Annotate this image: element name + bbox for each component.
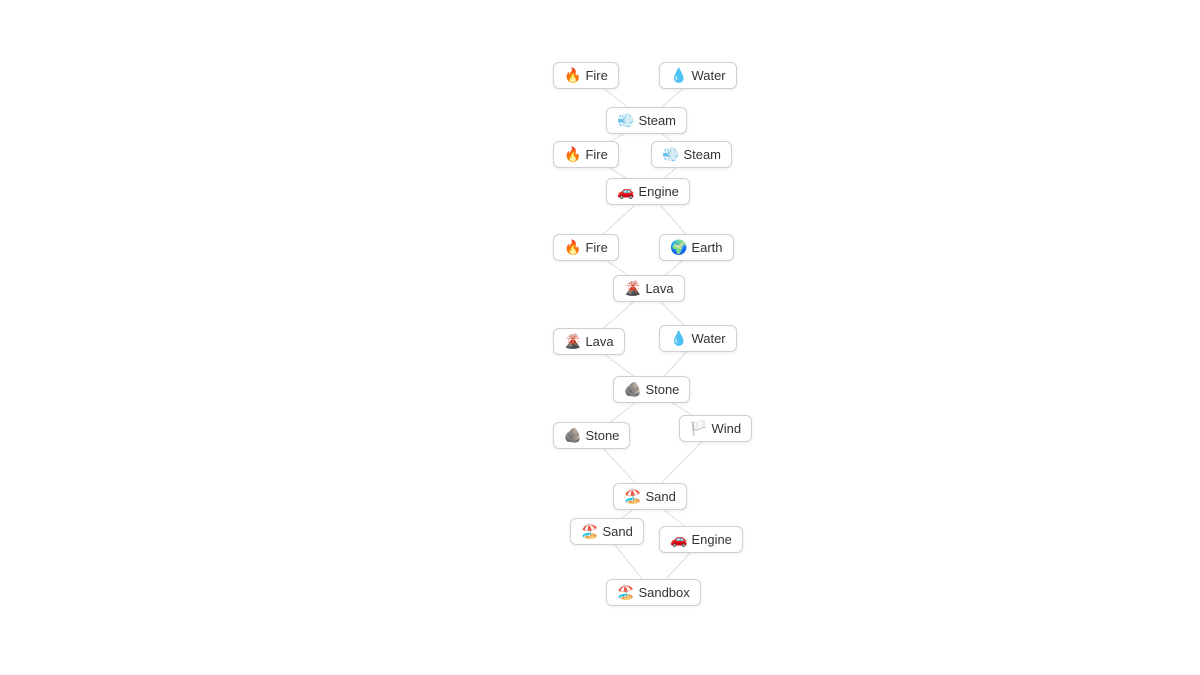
node-icon-engine2: 🚗 xyxy=(670,531,687,548)
node-icon-fire3: 🔥 xyxy=(564,239,581,256)
node-steam2[interactable]: 💨 Steam xyxy=(651,141,732,168)
node-label-stone1: Stone xyxy=(645,382,679,397)
node-label-sand2: Sand xyxy=(602,524,632,539)
node-icon-stone2: 🪨 xyxy=(564,427,581,444)
node-icon-water1: 💧 xyxy=(670,67,687,84)
node-icon-fire1: 🔥 xyxy=(564,67,581,84)
node-icon-stone1: 🪨 xyxy=(624,381,641,398)
node-label-engine2: Engine xyxy=(691,532,731,547)
node-icon-fire2: 🔥 xyxy=(564,146,581,163)
node-wind1[interactable]: 🏳️ Wind xyxy=(679,415,752,442)
node-icon-steam1: 💨 xyxy=(617,112,634,129)
node-stone2[interactable]: 🪨 Stone xyxy=(553,422,630,449)
node-label-lava1: Lava xyxy=(645,281,673,296)
node-icon-lava2: 🌋 xyxy=(564,333,581,350)
node-icon-engine1: 🚗 xyxy=(617,183,634,200)
node-fire1[interactable]: 🔥 Fire xyxy=(553,62,619,89)
node-earth1[interactable]: 🌍 Earth xyxy=(659,234,734,261)
node-icon-earth1: 🌍 xyxy=(670,239,687,256)
node-sandbox1[interactable]: 🏖️ Sandbox xyxy=(606,579,701,606)
node-label-engine1: Engine xyxy=(638,184,678,199)
node-label-earth1: Earth xyxy=(691,240,722,255)
node-icon-sand2: 🏖️ xyxy=(581,523,598,540)
node-label-water1: Water xyxy=(691,68,725,83)
node-stone1[interactable]: 🪨 Stone xyxy=(613,376,690,403)
node-lava2[interactable]: 🌋 Lava xyxy=(553,328,625,355)
node-label-steam2: Steam xyxy=(683,147,721,162)
node-label-water2: Water xyxy=(691,331,725,346)
node-label-wind1: Wind xyxy=(711,421,741,436)
node-engine2[interactable]: 🚗 Engine xyxy=(659,526,743,553)
node-icon-sand1: 🏖️ xyxy=(624,488,641,505)
canvas: 🔥 Fire 💧 Water 💨 Steam 🔥 Fire 💨 Steam 🚗 Engine 🔥 Fire… xyxy=(0,0,1200,675)
node-water1[interactable]: 💧 Water xyxy=(659,62,737,89)
node-steam1[interactable]: 💨 Steam xyxy=(606,107,687,134)
node-lava1[interactable]: 🌋 Lava xyxy=(613,275,685,302)
node-icon-water2: 💧 xyxy=(670,330,687,347)
node-icon-sandbox1: 🏖️ xyxy=(617,584,634,601)
node-icon-steam2: 💨 xyxy=(662,146,679,163)
node-label-fire1: Fire xyxy=(585,68,607,83)
node-sand1[interactable]: 🏖️ Sand xyxy=(613,483,687,510)
node-fire3[interactable]: 🔥 Fire xyxy=(553,234,619,261)
node-fire2[interactable]: 🔥 Fire xyxy=(553,141,619,168)
node-sand2[interactable]: 🏖️ Sand xyxy=(570,518,644,545)
node-icon-wind1: 🏳️ xyxy=(690,420,707,437)
node-label-lava2: Lava xyxy=(585,334,613,349)
node-label-steam1: Steam xyxy=(638,113,676,128)
node-label-sand1: Sand xyxy=(645,489,675,504)
node-icon-lava1: 🌋 xyxy=(624,280,641,297)
node-label-fire2: Fire xyxy=(585,147,607,162)
node-water2[interactable]: 💧 Water xyxy=(659,325,737,352)
node-engine1[interactable]: 🚗 Engine xyxy=(606,178,690,205)
node-label-stone2: Stone xyxy=(585,428,619,443)
node-label-fire3: Fire xyxy=(585,240,607,255)
node-label-sandbox1: Sandbox xyxy=(638,585,689,600)
